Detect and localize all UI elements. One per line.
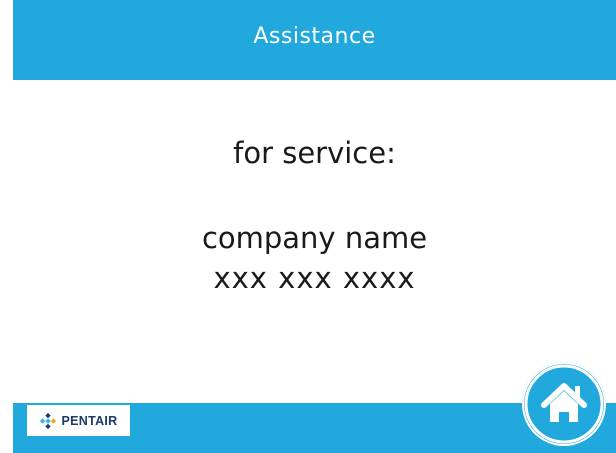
pentair-logo-mark (40, 412, 57, 429)
logo-text: PENTAIR (61, 413, 118, 428)
pentair-logo: PENTAIR (27, 405, 130, 436)
phone-number: xxx xxx xxxx (213, 261, 416, 295)
header-bar: Assistance (13, 0, 616, 80)
page-title: Assistance (253, 24, 376, 49)
home-icon (524, 364, 604, 444)
service-label: for service: (233, 136, 396, 170)
home-button[interactable] (522, 362, 606, 446)
company-name: company name (201, 221, 428, 255)
